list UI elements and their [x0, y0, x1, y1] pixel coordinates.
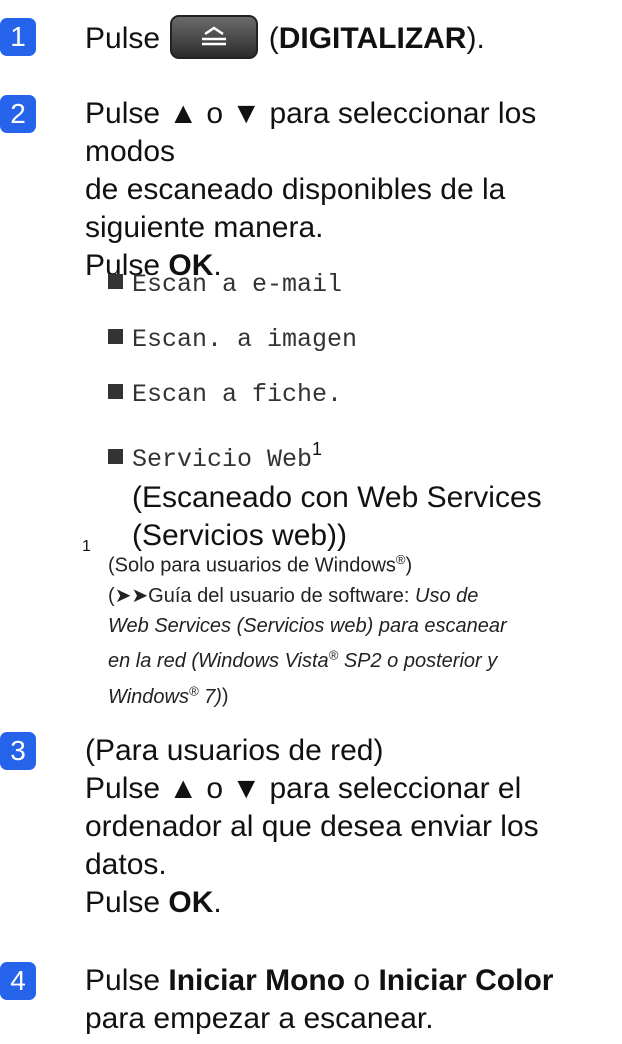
instruction-line: para empezar a escanear.	[85, 1002, 434, 1035]
step-text: Pulse (DIGITALIZAR).	[85, 15, 615, 62]
bullet-square-icon	[108, 449, 123, 464]
bullet-square-icon	[108, 384, 123, 399]
key-name: Iniciar Color	[378, 964, 554, 997]
footnote: (Solo para usuarios de Windows®) (➤➤Guía…	[108, 552, 507, 708]
step-text: Pulse ▲ o ▼ para seleccionar los modos d…	[85, 95, 615, 285]
footnote-number: 1	[82, 538, 91, 555]
step-text: Pulse Iniciar Mono o Iniciar Color para …	[85, 962, 615, 1038]
list-item: Escan. a imagen	[108, 318, 357, 359]
instruction-line: Pulse OK.	[85, 886, 222, 919]
step-text: (Para usuarios de red) Pulse ▲ o ▼ para …	[85, 732, 615, 922]
bullet-square-icon	[108, 329, 123, 344]
instruction-line: Pulse Iniciar Mono o Iniciar Color	[85, 964, 554, 997]
instruction-line: Pulse ▲ o ▼ para seleccionar el	[85, 772, 522, 805]
step-number-badge: 3	[0, 732, 36, 770]
instruction-line: siguiente manera.	[85, 211, 324, 244]
step-number-badge: 1	[0, 18, 36, 56]
list-item: Servicio Web1 (Escaneado con Web Service…	[108, 430, 542, 555]
step-number-badge: 2	[0, 95, 36, 133]
scan-button	[170, 15, 259, 59]
instruction-line: datos.	[85, 848, 167, 881]
instruction-line: (Para usuarios de red)	[85, 734, 384, 767]
instruction-line: Pulse ▲ o ▼ para seleccionar los modos	[85, 97, 537, 168]
punctuation: ).	[466, 21, 485, 55]
key-name: OK	[168, 886, 214, 919]
instruction-text: Pulse	[85, 21, 169, 55]
button-name: DIGITALIZAR	[278, 21, 467, 55]
option-description: (Escaneado con Web Services	[132, 481, 542, 514]
instruction-line: ordenador al que desea enviar los	[85, 810, 539, 843]
scan-tray-icon	[202, 26, 227, 46]
instruction-line: de escaneado disponibles de la	[85, 173, 506, 206]
list-item: Escan a fiche.	[108, 373, 342, 414]
step-number-badge: 4	[0, 962, 36, 1000]
list-item: Escan a e-mail	[108, 263, 342, 304]
key-name: Iniciar Mono	[168, 964, 346, 997]
bullet-square-icon	[108, 274, 123, 289]
